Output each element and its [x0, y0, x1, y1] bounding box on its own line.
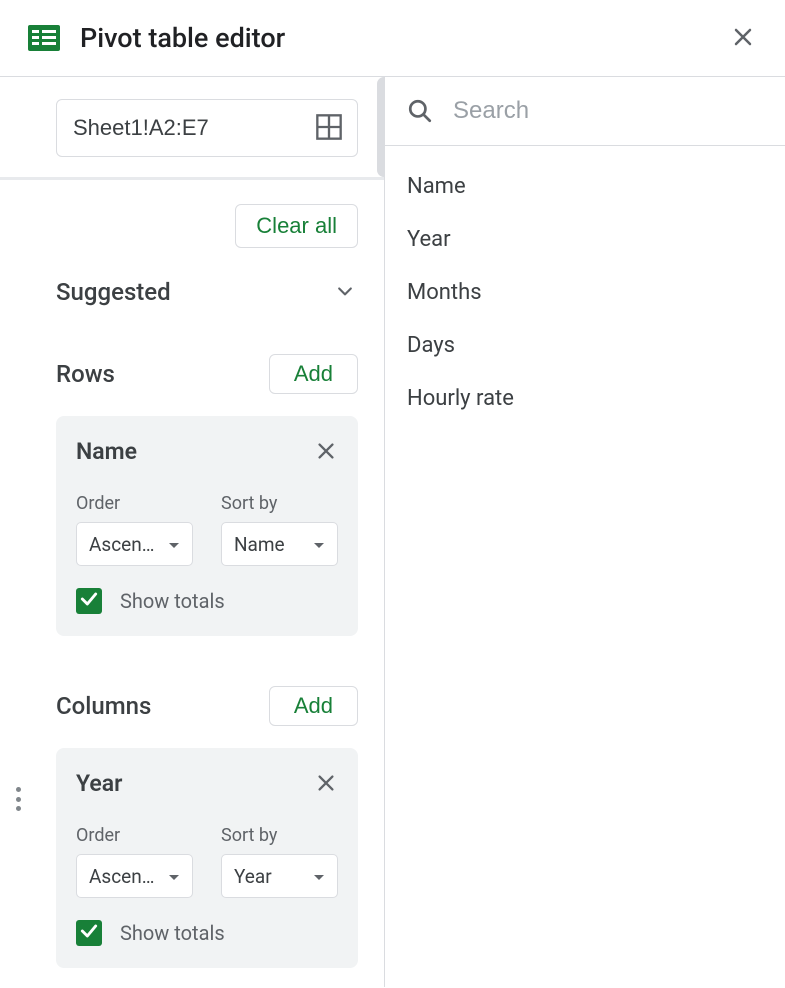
caret-down-icon [313, 867, 325, 886]
sortby-field: Sort by Year [221, 825, 338, 898]
right-panel: Name Year Months Days Hourly rate [385, 77, 785, 987]
clear-all-button[interactable]: Clear all [235, 204, 358, 248]
show-totals-checkbox[interactable] [76, 920, 102, 946]
show-totals-checkbox[interactable] [76, 588, 102, 614]
card-remove-button[interactable] [314, 440, 338, 464]
sortby-label: Sort by [221, 825, 338, 846]
left-panel: Clear all Suggested Rows Add Name [0, 77, 385, 987]
rows-card-name: Name Order Ascen… [56, 416, 358, 636]
check-icon [79, 921, 99, 945]
sortby-select[interactable]: Name [221, 522, 338, 566]
range-input[interactable] [56, 99, 358, 157]
field-item-year[interactable]: Year [385, 213, 785, 266]
order-field: Order Ascen… [76, 825, 193, 898]
sortby-field: Sort by Name [221, 493, 338, 566]
sortby-select[interactable]: Year [221, 854, 338, 898]
rows-section-header: Rows Add [56, 354, 358, 394]
close-icon [731, 25, 755, 52]
sortby-value: Year [234, 865, 272, 888]
pivot-table-icon [28, 25, 60, 51]
card-title: Year [76, 770, 122, 797]
columns-card-year: Year Order Ascen… [56, 748, 358, 968]
field-list: Name Year Months Days Hourly rate [385, 146, 785, 439]
check-icon [79, 589, 99, 613]
field-item-name[interactable]: Name [385, 160, 785, 213]
card-head: Name [76, 438, 338, 465]
scrollbar-thumb[interactable] [377, 77, 385, 177]
caret-down-icon [168, 535, 180, 554]
suggested-label: Suggested [56, 278, 171, 306]
select-range-button[interactable] [314, 113, 344, 143]
search-icon [407, 98, 433, 124]
order-label: Order [76, 493, 193, 514]
close-button[interactable] [729, 24, 757, 52]
columns-section-header: Columns Add [56, 686, 358, 726]
columns-add-button[interactable]: Add [269, 686, 358, 726]
clear-row: Clear all [56, 204, 358, 248]
field-item-hourly-rate[interactable]: Hourly rate [385, 372, 785, 425]
header: Pivot table editor [0, 0, 785, 77]
grid-icon [315, 129, 343, 144]
close-icon [315, 782, 337, 797]
card-head: Year [76, 770, 338, 797]
show-totals-label: Show totals [120, 921, 225, 945]
show-totals-row: Show totals [76, 588, 338, 614]
field-item-days[interactable]: Days [385, 319, 785, 372]
show-totals-row: Show totals [76, 920, 338, 946]
suggested-section[interactable]: Suggested [56, 278, 358, 306]
rows-add-button[interactable]: Add [269, 354, 358, 394]
order-value: Ascen… [89, 533, 154, 556]
caret-down-icon [313, 535, 325, 554]
drag-handle[interactable] [14, 787, 22, 811]
scrollbar[interactable] [377, 77, 385, 177]
order-field: Order Ascen… [76, 493, 193, 566]
field-item-months[interactable]: Months [385, 266, 785, 319]
chevron-down-icon [335, 289, 355, 304]
order-value: Ascen… [89, 865, 154, 888]
card-remove-button[interactable] [314, 772, 338, 796]
order-label: Order [76, 825, 193, 846]
rows-title: Rows [56, 360, 115, 388]
page-title: Pivot table editor [80, 22, 729, 54]
sortby-label: Sort by [221, 493, 338, 514]
card-controls: Order Ascen… Sort by Name [76, 493, 338, 566]
order-select[interactable]: Ascen… [76, 854, 193, 898]
caret-down-icon [168, 867, 180, 886]
divider [0, 177, 384, 180]
search-input[interactable] [453, 97, 763, 125]
card-title: Name [76, 438, 137, 465]
search-row [385, 77, 785, 146]
show-totals-label: Show totals [120, 589, 225, 613]
suggested-toggle[interactable] [332, 279, 358, 305]
order-select[interactable]: Ascen… [76, 522, 193, 566]
main-layout: Clear all Suggested Rows Add Name [0, 77, 785, 987]
range-input-wrap [56, 99, 358, 157]
sortby-value: Name [234, 533, 285, 556]
card-controls: Order Ascen… Sort by Year [76, 825, 338, 898]
columns-title: Columns [56, 692, 151, 720]
close-icon [315, 450, 337, 465]
